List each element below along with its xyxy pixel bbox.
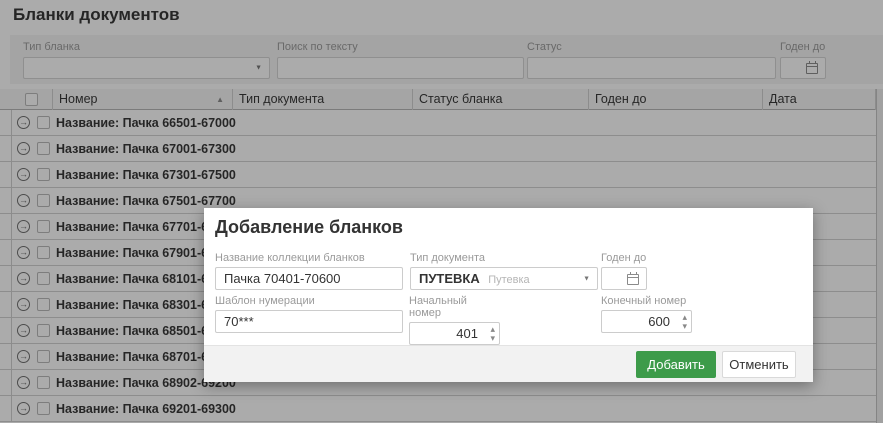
end-number-input[interactable] [602,311,691,332]
modal-title: Добавление бланков [215,217,403,238]
cancel-button[interactable]: Отменить [722,351,796,378]
collection-name-input[interactable] [216,268,402,289]
calendar-icon [627,274,639,285]
valid-until-label: Годен до [601,252,647,264]
field-number-template: Шаблон нумерации [215,295,403,333]
number-template-box [215,310,403,333]
field-valid-until: Годен до [601,252,647,290]
spin-down-icon[interactable]: ▾ [490,334,495,343]
chevron-down-icon: ▼ [583,275,590,282]
start-number-input[interactable] [410,323,499,344]
end-number-label: Конечный номер [601,295,692,307]
field-collection-name: Название коллекции бланков [215,252,403,290]
modal-footer: Добавить Отменить [204,345,813,382]
spin-down-icon[interactable]: ▾ [682,322,687,331]
start-number-spinner: ▴ ▾ [490,325,495,343]
collection-name-box [215,267,403,290]
start-number-spinbox: ▴ ▾ [409,322,500,345]
add-button[interactable]: Добавить [636,351,716,378]
doc-type-label: Тип документа [410,252,598,264]
start-number-label: Начальный номер [409,295,500,319]
end-number-spinner: ▴ ▾ [682,313,687,331]
doc-type-select[interactable]: ПУТЕВКА Путевка ▼ [410,267,598,290]
collection-name-label: Название коллекции бланков [215,252,403,264]
doc-type-value: ПУТЕВКА Путевка [411,268,597,291]
number-template-label: Шаблон нумерации [215,295,403,307]
number-template-input[interactable] [216,311,402,332]
end-number-spinbox: ▴ ▾ [601,310,692,333]
doc-type-description: Путевка [488,274,529,286]
doc-type-code: ПУТЕВКА [419,271,480,286]
add-blanks-modal: Добавление бланков Название коллекции бл… [204,208,813,382]
field-end-number: Конечный номер ▴ ▾ [601,295,692,333]
field-doc-type: Тип документа ПУТЕВКА Путевка ▼ [410,252,598,290]
valid-until-datepicker[interactable] [601,267,647,290]
field-start-number: Начальный номер ▴ ▾ [409,295,500,345]
